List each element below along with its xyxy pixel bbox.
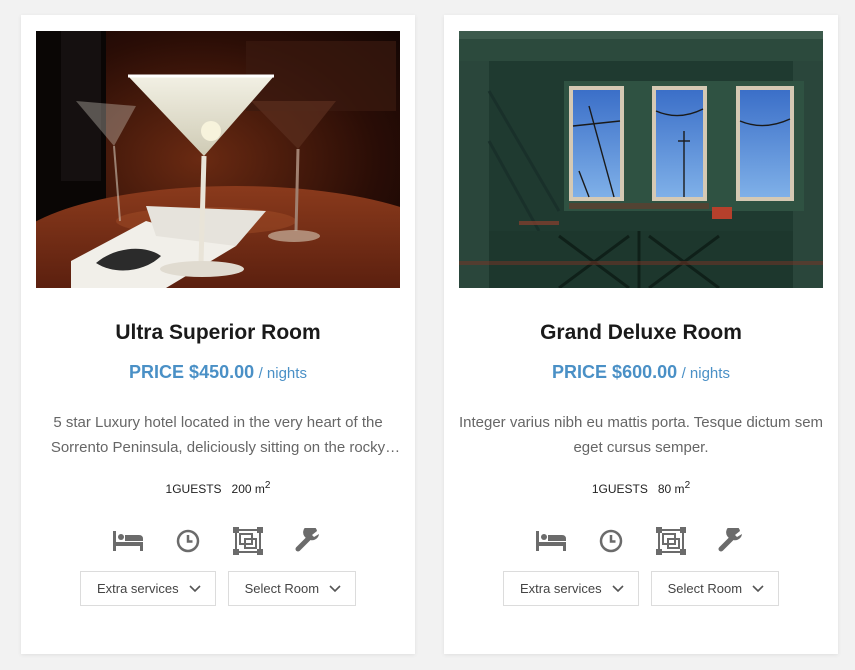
chevron-down-icon (329, 581, 341, 596)
clock-icon[interactable] (595, 526, 627, 556)
room-card: Grand Deluxe Room PRICE $600.00 / nights… (444, 15, 838, 654)
bed-icon[interactable] (535, 526, 567, 556)
room-area: 200 m (231, 482, 265, 496)
area-unit-exponent: 2 (684, 480, 691, 491)
room-description: 5 star Luxury hotel located in the very … (50, 414, 386, 456)
clock-icon[interactable] (172, 526, 204, 556)
green-door-photo (459, 31, 823, 288)
martini-photo (36, 31, 400, 288)
room-description: Integer varius nibh eu mattis porta. Tes… (458, 414, 824, 456)
area-unit-exponent: 2 (264, 480, 271, 491)
price-amount: PRICE $600.00 (552, 362, 678, 382)
extra-services-label: Extra services (519, 581, 602, 596)
amenity-icons (444, 526, 838, 556)
room-meta: 1GUESTS 80 m2 (444, 480, 838, 496)
wrench-icon[interactable] (292, 526, 324, 556)
room-photo-door[interactable] (459, 31, 823, 288)
select-room-dropdown[interactable]: Select Room (650, 571, 780, 606)
chevron-down-icon (612, 581, 624, 596)
bed-icon[interactable] (112, 526, 144, 556)
room-meta: 1GUESTS 200 m2 (21, 480, 415, 496)
price-unit: / nights (681, 365, 730, 382)
room-price: PRICE $450.00 / nights (21, 362, 415, 383)
room-title[interactable]: Ultra Superior Room (21, 321, 415, 345)
guests-count: 1GUESTS (165, 482, 222, 496)
wrench-icon[interactable] (715, 526, 747, 556)
room-area: 80 m (657, 482, 685, 496)
amenity-icons (21, 526, 415, 556)
price-amount: PRICE $450.00 (129, 362, 255, 382)
card-actions: Extra services Select Room (21, 571, 415, 606)
chevron-down-icon (752, 581, 764, 596)
extra-services-label: Extra services (96, 581, 179, 596)
room-photo-martini[interactable] (36, 31, 400, 288)
room-price: PRICE $600.00 / nights (444, 362, 838, 383)
extra-services-dropdown[interactable]: Extra services (79, 571, 216, 606)
room-card: Ultra Superior Room PRICE $450.00 / nigh… (21, 15, 415, 654)
price-unit: / nights (258, 365, 307, 382)
guests-count: 1GUESTS (591, 482, 648, 496)
card-actions: Extra services Select Room (444, 571, 838, 606)
floorplan-icon[interactable] (655, 526, 687, 556)
chevron-down-icon (189, 581, 201, 596)
room-title[interactable]: Grand Deluxe Room (444, 321, 838, 345)
floorplan-icon[interactable] (232, 526, 264, 556)
select-room-dropdown[interactable]: Select Room (227, 571, 357, 606)
extra-services-dropdown[interactable]: Extra services (502, 571, 639, 606)
select-room-label: Select Room (244, 581, 320, 596)
select-room-label: Select Room (667, 581, 743, 596)
